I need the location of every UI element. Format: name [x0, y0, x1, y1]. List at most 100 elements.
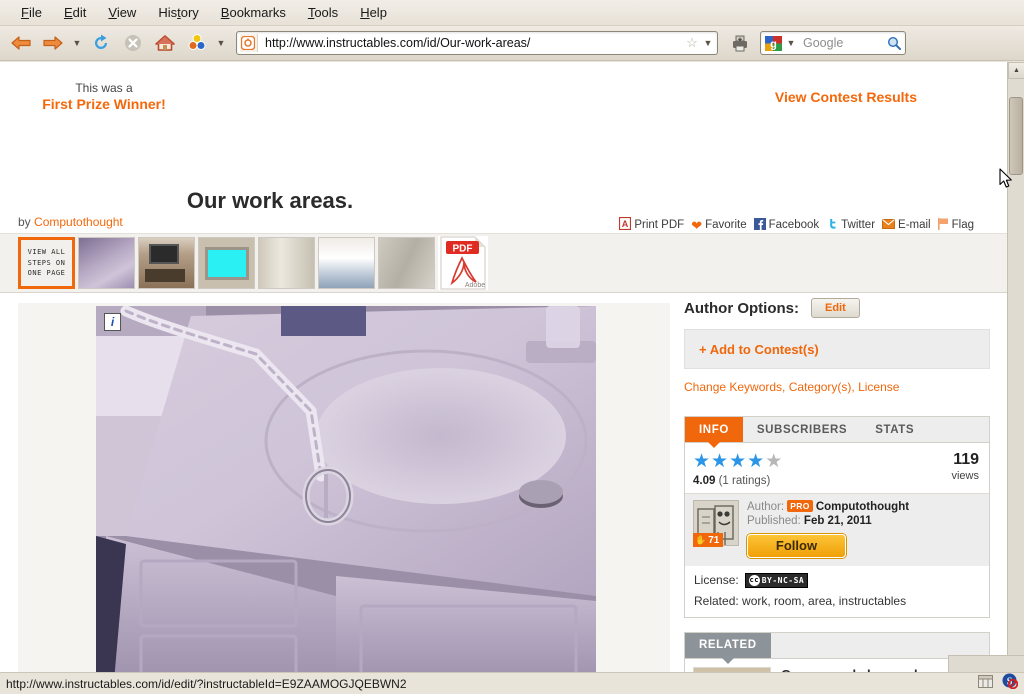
prize-line2: First Prize Winner!	[42, 96, 166, 112]
status-bar-icons: S	[978, 673, 1019, 694]
step-thumb-6[interactable]	[378, 237, 435, 289]
info-card: INFO SUBSCRIBERS STATS ★★★★★ 4.09 (1 rat…	[684, 416, 990, 618]
tab-info[interactable]: INFO	[685, 417, 743, 448]
view-contest-results-link[interactable]: View Contest Results	[775, 89, 917, 105]
status-bar: http://www.instructables.com/id/edit/?in…	[0, 672, 1024, 694]
published-date: Feb 21, 2011	[803, 515, 872, 528]
add-to-contest-button[interactable]: + Add to Contest(s)	[684, 329, 990, 369]
view-all-line3: ONE PAGE	[27, 269, 66, 278]
search-input[interactable]: Google	[798, 36, 885, 50]
menu-help[interactable]: Help	[349, 3, 398, 22]
views-block: 119 views	[951, 452, 979, 483]
related-card: RELATED Garage workshop and	[684, 631, 990, 672]
main-image-photo	[96, 306, 596, 672]
menu-bookmarks[interactable]: Bookmarks	[210, 3, 297, 22]
follow-button[interactable]: Follow	[747, 533, 846, 558]
change-keywords-link[interactable]: Change Keywords, Category(s), License	[684, 380, 990, 394]
author-name[interactable]: Computothought	[816, 501, 909, 513]
share-email[interactable]: E-mail	[882, 218, 931, 232]
step-thumb-3[interactable]	[198, 237, 255, 289]
scroll-up-arrow-icon[interactable]: ▲	[1008, 62, 1024, 79]
creative-commons-badge[interactable]: cc BY-NC-SA	[744, 572, 809, 588]
address-dropdown-icon[interactable]: ▼	[701, 38, 715, 48]
share-print-pdf[interactable]: A Print PDF	[619, 216, 685, 233]
twitter-icon	[826, 218, 838, 233]
bookmark-star-icon[interactable]: ☆	[683, 34, 701, 52]
star-5-icon[interactable]: ★	[765, 451, 783, 472]
author-link[interactable]: Computothought	[34, 215, 123, 229]
share-facebook-label: Facebook	[768, 219, 820, 231]
tab-stats[interactable]: STATS	[861, 417, 928, 442]
page-title: Our work areas.	[186, 188, 354, 213]
search-engine-dropdown-icon[interactable]: ▼	[784, 38, 798, 48]
pro-badge: PRO	[787, 500, 813, 512]
star-3-icon[interactable]: ★	[729, 451, 747, 472]
window-list-icon[interactable]	[978, 674, 993, 693]
back-arrow-icon[interactable]	[6, 28, 36, 58]
menu-history[interactable]: History	[147, 3, 209, 22]
prize-banner: This was a First Prize Winner!	[38, 81, 170, 114]
scrollbar-thumb[interactable]	[1009, 97, 1023, 175]
history-dropdown-icon[interactable]: ▼	[70, 28, 84, 58]
rating-count: (1 ratings)	[718, 475, 771, 487]
star-1-icon[interactable]: ★	[693, 451, 711, 472]
hand-badge: ✋ 71	[693, 533, 724, 547]
share-favorite[interactable]: ❤ Favorite	[691, 219, 746, 232]
step-thumb-5[interactable]	[318, 237, 375, 289]
step-thumb-1[interactable]	[78, 237, 135, 289]
bookmarks-icon[interactable]	[182, 28, 212, 58]
star-rating[interactable]: ★★★★★	[693, 452, 783, 471]
svg-text:PDF: PDF	[453, 244, 473, 255]
license-label: License:	[694, 573, 739, 588]
related-keywords-row: Related: work, room, area, instructables	[685, 592, 989, 617]
main-step-image[interactable]: i	[96, 306, 596, 672]
heart-icon: ❤	[691, 217, 703, 233]
rating-score: 4.09	[693, 475, 716, 487]
address-bar-text[interactable]: http://www.instructables.com/id/Our-work…	[261, 36, 683, 50]
google-icon[interactable]: g	[763, 35, 784, 52]
print-icon[interactable]	[726, 28, 754, 58]
address-bar[interactable]: http://www.instructables.com/id/Our-work…	[236, 31, 718, 55]
search-icon[interactable]	[885, 34, 903, 52]
home-icon[interactable]	[150, 28, 180, 58]
byline-prefix: by	[18, 215, 31, 229]
reload-icon[interactable]	[86, 28, 116, 58]
menu-edit[interactable]: Edit	[53, 3, 97, 22]
envelope-icon	[882, 218, 896, 232]
menu-tools[interactable]: Tools	[297, 3, 349, 22]
share-twitter[interactable]: Twitter	[826, 218, 875, 233]
step-thumb-4[interactable]	[258, 237, 315, 289]
image-info-badge[interactable]: i	[104, 313, 121, 331]
menu-file[interactable]: FFileile	[10, 3, 53, 22]
published-line: Published: Feb 21, 2011	[747, 514, 981, 528]
forward-arrow-icon[interactable]	[38, 28, 68, 58]
sidebar: Author Options: Edit + Add to Contest(s)…	[684, 298, 990, 672]
rating-block: ★★★★★ 4.09 (1 ratings)	[693, 452, 783, 487]
step-thumbnail-strip: VIEW ALL STEPS ON ONE PAGE PDF Adobe	[0, 233, 1007, 293]
edit-button[interactable]: Edit	[810, 298, 860, 318]
browser-window: FFileile Edit View History Bookmarks Too…	[0, 0, 1024, 694]
author-options-label: Author Options:	[684, 299, 799, 317]
tab-subscribers[interactable]: SUBSCRIBERS	[743, 417, 861, 442]
bookmarks-dropdown-icon[interactable]: ▼	[214, 28, 228, 58]
instructables-page: This was a First Prize Winner! View Cont…	[0, 62, 1007, 672]
byline: by Computothought	[18, 215, 123, 229]
share-print-pdf-label: Print PDF	[634, 219, 685, 231]
share-bar: A Print PDF ❤ Favorite Facebook Twitter …	[619, 216, 974, 233]
star-2-icon[interactable]: ★	[711, 451, 729, 472]
horizontal-scrollbar-stub[interactable]	[948, 655, 1024, 672]
share-facebook[interactable]: Facebook	[753, 217, 820, 233]
site-favicon-icon	[240, 34, 258, 52]
tab-related[interactable]: RELATED	[685, 632, 771, 664]
star-4-icon[interactable]: ★	[747, 451, 765, 472]
published-label: Published:	[747, 515, 801, 528]
menu-view[interactable]: View	[97, 3, 147, 22]
download-pdf-thumb[interactable]: PDF Adobe	[438, 236, 488, 290]
search-bar[interactable]: g ▼ Google	[760, 31, 906, 55]
view-all-steps-button[interactable]: VIEW ALL STEPS ON ONE PAGE	[18, 237, 75, 289]
step-thumb-2[interactable]	[138, 237, 195, 289]
related-keywords[interactable]: work, room, area, instructables	[742, 594, 906, 608]
share-flag[interactable]: Flag	[937, 217, 974, 233]
vertical-scrollbar[interactable]: ▲	[1007, 62, 1024, 672]
noscript-icon[interactable]: S	[1002, 673, 1019, 694]
